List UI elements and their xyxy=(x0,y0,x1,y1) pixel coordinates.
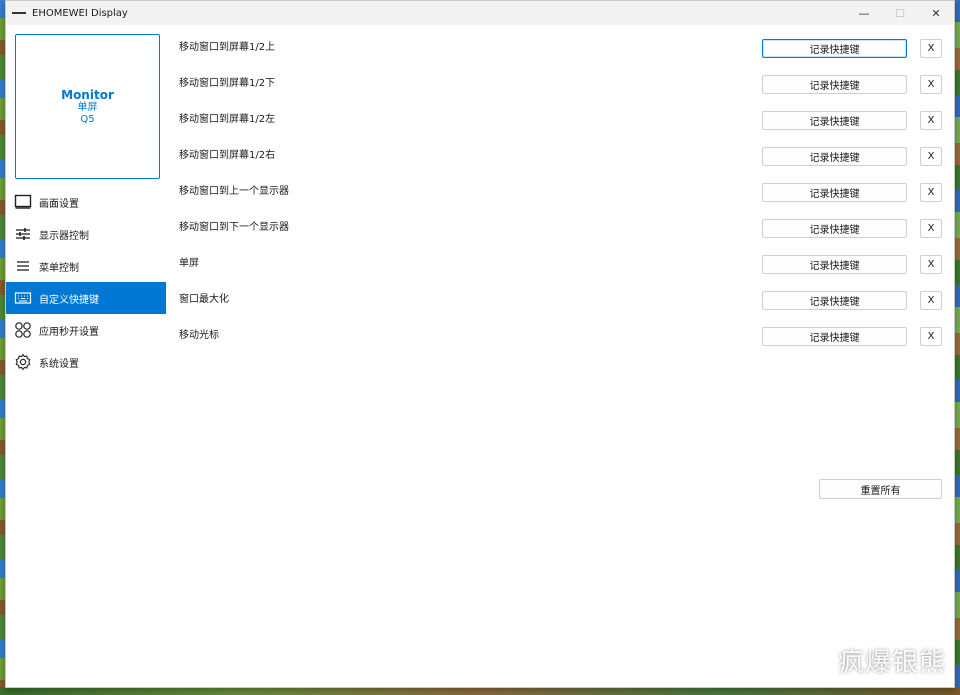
sidebar-item-label: 菜单控制 xyxy=(39,262,79,274)
title-bar[interactable]: EHOMEWEI Display — ☐ ✕ xyxy=(6,1,954,25)
desktop-wallpaper-bottom xyxy=(0,687,960,695)
menu-icon xyxy=(14,257,32,275)
shortcut-row: 窗口最大化 记录快捷键 X xyxy=(166,280,954,316)
record-shortcut-button[interactable]: 记录快捷键 xyxy=(762,75,907,94)
sidebar-item-menu-control[interactable]: 菜单控制 xyxy=(6,250,166,282)
monitor-mode: 单屏 xyxy=(77,101,98,113)
sidebar: Monitor 单屏 Q5 画面设置 显示器控制 菜单控制 自定义快捷键 应用秒… xyxy=(6,25,166,687)
app-icon xyxy=(12,8,26,18)
keyboard-icon xyxy=(14,289,32,307)
record-shortcut-button[interactable]: 记录快捷键 xyxy=(762,291,907,310)
shortcut-label: 单屏 xyxy=(179,258,199,269)
record-shortcut-button[interactable]: 记录快捷键 xyxy=(762,111,907,130)
record-shortcut-button[interactable]: 记录快捷键 xyxy=(762,219,907,238)
shortcut-row: 单屏 记录快捷键 X xyxy=(166,244,954,280)
shortcut-label: 移动窗口到上一个显示器 xyxy=(179,186,289,197)
sidebar-item-label: 自定义快捷键 xyxy=(39,294,99,306)
shortcut-label: 移动窗口到屏幕1/2左 xyxy=(179,114,276,125)
close-button[interactable]: ✕ xyxy=(918,1,954,25)
sidebar-item-system-settings[interactable]: 系统设置 xyxy=(6,346,166,378)
clear-shortcut-button[interactable]: X xyxy=(920,39,942,58)
sidebar-item-monitor-control[interactable]: 显示器控制 xyxy=(6,218,166,250)
shortcut-row: 移动窗口到屏幕1/2上 记录快捷键 X xyxy=(166,28,954,64)
clear-shortcut-button[interactable]: X xyxy=(920,219,942,238)
clear-shortcut-button[interactable]: X xyxy=(920,183,942,202)
clear-shortcut-button[interactable]: X xyxy=(920,327,942,346)
record-shortcut-button[interactable]: 记录快捷键 xyxy=(762,327,907,346)
sidebar-item-display-settings[interactable]: 画面设置 xyxy=(6,186,166,218)
sidebar-item-label: 显示器控制 xyxy=(39,230,89,242)
clear-shortcut-button[interactable]: X xyxy=(920,291,942,310)
shortcut-label: 移动窗口到屏幕1/2右 xyxy=(179,150,276,161)
shortcut-row: 移动窗口到屏幕1/2下 记录快捷键 X xyxy=(166,64,954,100)
apps-grid-icon xyxy=(14,321,32,339)
shortcut-label: 移动窗口到下一个显示器 xyxy=(179,222,289,233)
sliders-icon xyxy=(14,225,32,243)
sidebar-item-app-quick-launch[interactable]: 应用秒开设置 xyxy=(6,314,166,346)
sidebar-item-label: 画面设置 xyxy=(39,198,79,210)
sidebar-item-label: 应用秒开设置 xyxy=(39,326,99,338)
shortcut-label: 移动光标 xyxy=(179,330,219,341)
shortcut-label: 移动窗口到屏幕1/2下 xyxy=(179,78,276,89)
clear-shortcut-button[interactable]: X xyxy=(920,75,942,94)
reset-all-button[interactable]: 重置所有 xyxy=(819,479,942,499)
shortcut-row: 移动窗口到屏幕1/2右 记录快捷键 X xyxy=(166,136,954,172)
shortcut-row: 移动窗口到下一个显示器 记录快捷键 X xyxy=(166,208,954,244)
window-controls: — ☐ ✕ xyxy=(846,1,954,25)
clear-shortcut-button[interactable]: X xyxy=(920,147,942,166)
record-shortcut-button[interactable]: 记录快捷键 xyxy=(762,39,907,58)
clear-shortcut-button[interactable]: X xyxy=(920,111,942,130)
record-shortcut-button[interactable]: 记录快捷键 xyxy=(762,255,907,274)
shortcut-row: 移动光标 记录快捷键 X xyxy=(166,316,954,352)
clear-shortcut-button[interactable]: X xyxy=(920,255,942,274)
minimize-button[interactable]: — xyxy=(846,1,882,25)
record-shortcut-button[interactable]: 记录快捷键 xyxy=(762,147,907,166)
shortcut-row: 移动窗口到屏幕1/2左 记录快捷键 X xyxy=(166,100,954,136)
shortcut-settings-panel: 移动窗口到屏幕1/2上 记录快捷键 X 移动窗口到屏幕1/2下 记录快捷键 X … xyxy=(166,25,954,687)
shortcut-row: 移动窗口到上一个显示器 记录快捷键 X xyxy=(166,172,954,208)
window-title: EHOMEWEI Display xyxy=(32,7,128,19)
app-window: EHOMEWEI Display — ☐ ✕ Monitor 单屏 Q5 画面设… xyxy=(5,0,955,688)
sidebar-item-label: 系统设置 xyxy=(39,358,79,370)
monitor-card[interactable]: Monitor 单屏 Q5 xyxy=(15,34,160,179)
display-icon xyxy=(14,193,32,211)
maximize-button[interactable]: ☐ xyxy=(882,1,918,25)
gear-icon xyxy=(14,353,32,371)
watermark-text: 疯爆银熊 xyxy=(837,648,946,678)
sidebar-item-custom-shortcuts[interactable]: 自定义快捷键 xyxy=(6,282,166,314)
record-shortcut-button[interactable]: 记录快捷键 xyxy=(762,183,907,202)
shortcut-label: 移动窗口到屏幕1/2上 xyxy=(179,42,276,53)
sidebar-nav: 画面设置 显示器控制 菜单控制 自定义快捷键 应用秒开设置 系统设置 xyxy=(6,186,166,378)
shortcut-label: 窗口最大化 xyxy=(179,294,229,305)
monitor-model: Q5 xyxy=(80,113,95,125)
monitor-name: Monitor xyxy=(61,87,114,102)
